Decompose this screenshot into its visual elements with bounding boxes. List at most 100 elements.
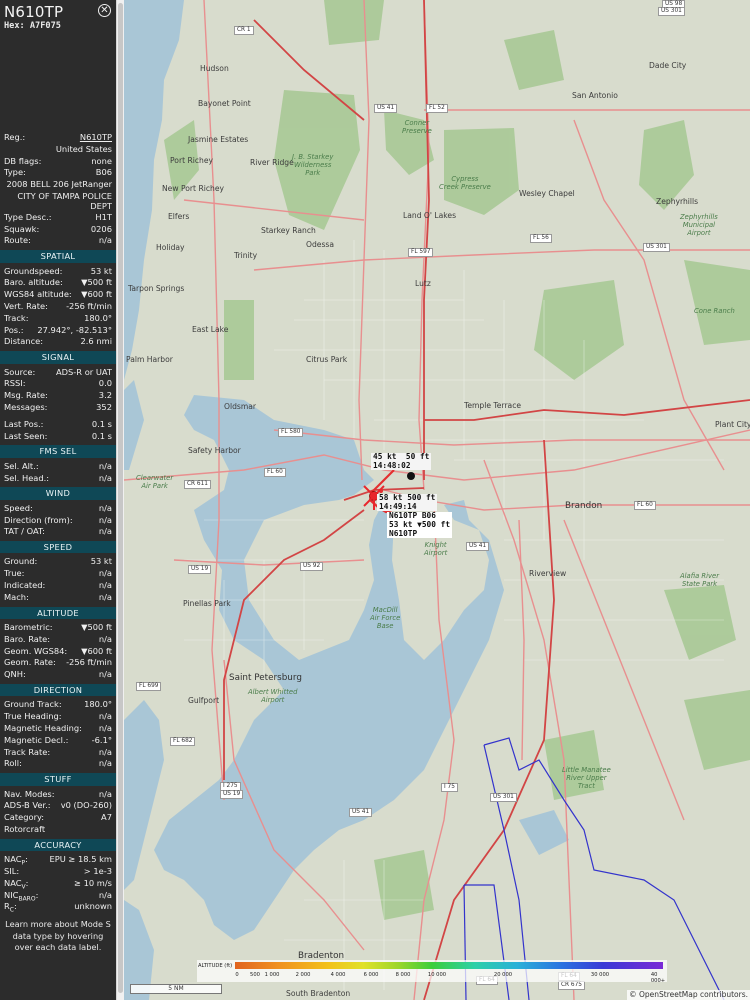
detail-label[interactable]: Category: (4, 812, 44, 824)
section-header-altitude: ALTITUDE (0, 606, 116, 620)
detail-value: 53 kt (90, 265, 112, 276)
detail-value: n/a (98, 889, 112, 900)
detail-row: Pos.: 27.942°, -82.513° (0, 325, 116, 337)
detail-label[interactable]: Rotorcraft (4, 824, 45, 836)
altitude-tick-label: 40 000+ (650, 972, 666, 984)
detail-value: n/a (98, 723, 112, 734)
detail-row: Last Seen: 0.1 s (0, 431, 116, 443)
info-row: 2008 BELL 206 JetRanger (0, 179, 116, 191)
registration-link[interactable]: N610TP (80, 132, 112, 144)
detail-value: -256 ft/min (66, 300, 112, 311)
detail-label[interactable]: QNH: (4, 669, 26, 681)
park-label: Clearwater Air Park (136, 474, 174, 490)
detail-label[interactable]: Groundspeed: (4, 266, 62, 278)
detail-value: > 1e-3 (83, 865, 112, 876)
detail-row: Vert. Rate: -256 ft/min (0, 301, 116, 313)
detail-value: 2.6 nmi (80, 336, 112, 347)
info-row: Type: B06 (0, 167, 116, 179)
detail-label[interactable]: Source: (4, 367, 35, 379)
detail-label[interactable]: ADS-B Ver.: (4, 800, 51, 812)
detail-label[interactable]: Sel. Head.: (4, 473, 49, 485)
detail-label[interactable]: Vert. Rate: (4, 301, 48, 313)
aircraft-info-label[interactable]: N610TP B06 53 kt ▼500 ft N610TP (387, 511, 453, 539)
detail-label[interactable]: True: (4, 568, 24, 580)
detail-label[interactable]: Barometric: (4, 622, 53, 634)
detail-row: True: n/a (0, 568, 116, 580)
info-row: Route: n/a (0, 235, 116, 247)
detail-value: n/a (98, 502, 112, 513)
detail-label[interactable]: True Heading: (4, 711, 62, 723)
detail-label[interactable]: Msg. Rate: (4, 390, 48, 402)
place-label: Pinellas Park (183, 599, 231, 608)
detail-label[interactable]: Baro. Rate: (4, 634, 50, 646)
detail-label[interactable]: WGS84 altitude: (4, 289, 72, 301)
sidebar-scrollbar[interactable] (116, 0, 124, 1000)
detail-label[interactable]: TAT / OAT: (4, 526, 45, 538)
detail-label[interactable]: Direction (from): (4, 515, 73, 527)
detail-label[interactable]: Nav. Modes: (4, 789, 55, 801)
detail-label[interactable]: Sel. Alt.: (4, 461, 39, 473)
detail-label[interactable]: Pos.: (4, 325, 24, 337)
place-label: Riverview (529, 569, 567, 578)
place-label: Citrus Park (306, 355, 348, 364)
detail-value: 0.0 (98, 378, 112, 389)
road-shield: FL 580 (278, 428, 304, 437)
detail-value: v0 (DO-260) (60, 800, 112, 811)
detail-label[interactable]: Roll: (4, 758, 22, 770)
road-shield: FL 682 (170, 737, 196, 746)
detail-row: Rotorcraft (0, 824, 116, 836)
detail-row: Sel. Alt.: n/a (0, 461, 116, 473)
detail-label[interactable]: Magnetic Decl.: (4, 735, 68, 747)
detail-label[interactable]: Track Rate: (4, 747, 50, 759)
detail-label[interactable]: Last Seen: (4, 431, 47, 443)
section-header-fms-sel: FMS SEL (0, 445, 116, 458)
road-shield: US 92 (300, 562, 324, 571)
scrollbar-thumb[interactable] (118, 3, 123, 993)
place-label: Elfers (168, 212, 190, 221)
detail-label[interactable]: Messages: (4, 402, 47, 414)
detail-label[interactable]: Geom. Rate: (4, 657, 56, 669)
detail-value: 0.1 s (91, 418, 112, 429)
detail-row: True Heading: n/a (0, 711, 116, 723)
altitude-tick-label: 6 000 (363, 972, 379, 978)
aircraft-photo-area (0, 36, 116, 132)
detail-row: Baro. altitude: ▼500 ft (0, 277, 116, 289)
detail-label[interactable]: Baro. altitude: (4, 277, 63, 289)
detail-row: Msg. Rate: 3.2 (0, 390, 116, 402)
map-view[interactable]: Hudson Bayonet Point Jasmine Estates Port R… (124, 0, 750, 1000)
detail-label[interactable]: Ground Track: (4, 699, 62, 711)
detail-row: Roll: n/a (0, 758, 116, 770)
aircraft-info-line-3: N610TP (389, 528, 418, 538)
place-label: Safety Harbor (188, 446, 241, 455)
map-attribution[interactable]: © OpenStreetMap contributors. (627, 990, 750, 1000)
track-label-1[interactable]: 45 kt 50 ft 14:48:02 (371, 452, 432, 471)
panel-header: N610TP Hex: A7F075 ✕ (0, 0, 116, 36)
detail-label[interactable]: Ground: (4, 556, 37, 568)
detail-label[interactable]: Indicated: (4, 580, 45, 592)
place-label: Tarpon Springs (128, 284, 185, 293)
detail-label[interactable]: Track: (4, 313, 29, 325)
road-shield: FL 60 (264, 468, 286, 477)
detail-row: Indicated: n/a (0, 580, 116, 592)
detail-label[interactable]: Geom. WGS84: (4, 646, 67, 658)
detail-row: QNH: n/a (0, 669, 116, 681)
detail-value: n/a (98, 591, 112, 602)
detail-value: ▼600 ft (81, 289, 112, 300)
detail-label[interactable]: SIL: (4, 866, 19, 878)
detail-label[interactable]: Magnetic Heading: (4, 723, 82, 735)
detail-value: ADS-R or UAT (55, 366, 112, 377)
detail-row: NACV: ≥ 10 m/s (0, 878, 116, 891)
detail-label[interactable]: Distance: (4, 336, 43, 348)
place-label: River Ridge (250, 158, 294, 167)
detail-label[interactable]: Speed: (4, 503, 33, 515)
detail-row: Barometric: ▼500 ft (0, 622, 116, 634)
detail-value: n/a (98, 758, 112, 769)
detail-label[interactable]: RSSI: (4, 378, 26, 390)
detail-row: Track Rate: n/a (0, 747, 116, 759)
detail-label[interactable]: Last Pos.: (4, 419, 43, 431)
info-value: 0206 (90, 223, 112, 234)
detail-label[interactable]: RC: (4, 901, 17, 916)
track-label-2[interactable]: 58 kt 500 ft 14:49:14 (377, 493, 438, 512)
close-icon[interactable]: ✕ (98, 4, 111, 17)
detail-label[interactable]: Mach: (4, 592, 29, 604)
